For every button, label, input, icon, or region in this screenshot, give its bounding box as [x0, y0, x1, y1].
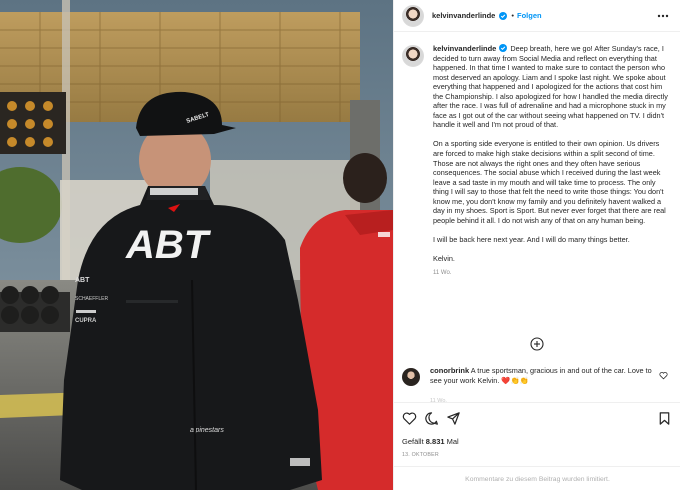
- share-icon[interactable]: [446, 411, 461, 426]
- comment-like-icon[interactable]: [659, 371, 668, 380]
- comment-item: conorbrink A true sportsman, gracious in…: [402, 366, 674, 386]
- caption-paragraph-2: On a sporting side everyone is entitled …: [433, 139, 666, 225]
- instagram-post: SABELT ABT ABT SCHAEFFLER CUPRA alpinest…: [0, 0, 680, 490]
- post-header: kelvinvanderlinde • Folgen: [394, 0, 680, 32]
- more-options-icon[interactable]: [657, 10, 669, 22]
- header-separator: •: [511, 11, 514, 20]
- caption-paragraph-3: I will be back here next year. And I wil…: [433, 234, 630, 244]
- heart-icon[interactable]: [402, 411, 417, 426]
- caption-area: kelvinvanderlinde Deep breath, here we go…: [394, 40, 680, 362]
- post-date[interactable]: 13. OKTOBER: [402, 452, 439, 458]
- comment-icon[interactable]: [424, 411, 439, 426]
- comments-limited-notice: Kommentare zu diesem Beitrag wurden limi…: [394, 466, 680, 490]
- driver-walking-photo: SABELT ABT ABT SCHAEFFLER CUPRA alpinest…: [0, 0, 393, 490]
- follow-button[interactable]: Folgen: [517, 11, 542, 20]
- actions-bar: Gefällt 8.831 Mal 13. OKTOBER Kommentare…: [394, 402, 680, 490]
- verified-badge-icon: [499, 44, 508, 52]
- caption-paragraph-1: Deep breath, here we go! After Sunday's …: [433, 44, 668, 130]
- suit-sponsor-text: ABT: [75, 277, 90, 284]
- caption-time[interactable]: 11 Wo.: [433, 269, 671, 279]
- caption-username[interactable]: kelvinvanderlinde: [433, 44, 496, 53]
- post-side-panel: kelvinvanderlinde • Folgen kelvinvanderl…: [393, 0, 680, 490]
- plus-circle-icon[interactable]: [530, 337, 544, 351]
- svg-text:SCHAEFFLER: SCHAEFFLER: [75, 296, 108, 302]
- author-avatar[interactable]: [402, 4, 424, 27]
- caption-text: kelvinvanderlinde Deep breath, here we go…: [433, 44, 671, 362]
- likes-count[interactable]: Gefällt 8.831 Mal: [402, 437, 459, 446]
- caption-paragraph-4: Kelvin.: [433, 253, 455, 263]
- author-username[interactable]: kelvinvanderlinde: [432, 11, 495, 20]
- svg-text:CUPRA: CUPRA: [75, 318, 97, 324]
- post-photo[interactable]: SABELT ABT ABT SCHAEFFLER CUPRA alpinest…: [0, 0, 393, 490]
- caption-author-avatar[interactable]: [402, 45, 424, 67]
- suit-abt-logo: ABT: [125, 223, 212, 267]
- bookmark-icon[interactable]: [657, 411, 672, 426]
- commenter-avatar[interactable]: [402, 368, 420, 386]
- commenter-username[interactable]: conorbrink: [430, 366, 469, 375]
- verified-badge-icon: [499, 11, 508, 20]
